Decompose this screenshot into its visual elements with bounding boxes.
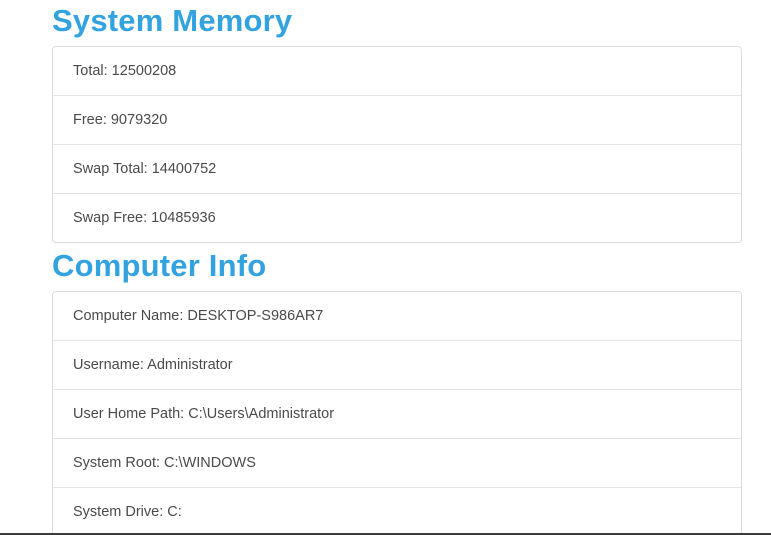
user-home-path-item: User Home Path: C:\Users\Administrator <box>53 390 741 439</box>
memory-free-item: Free: 9079320 <box>53 96 741 145</box>
swap-free-item: Swap Free: 10485936 <box>73 210 216 226</box>
swap-total-item: Swap Total: 14400752 <box>53 145 741 194</box>
system-memory-heading: System Memory <box>52 3 293 38</box>
page: System Memory Total: 12500208 Free: 9079… <box>0 0 771 535</box>
computer-info-heading: Computer Info <box>52 248 267 283</box>
computer-name-item: Computer Name: DESKTOP-S986AR7 <box>53 292 741 341</box>
system-root-item: System Root: C:\WINDOWS <box>53 439 741 488</box>
main-content: System Memory Total: 12500208 Free: 9079… <box>52 0 742 535</box>
username-item: Username: Administrator <box>53 341 741 390</box>
system-memory-list: Total: 12500208 Free: 9079320 Swap Total… <box>52 46 742 243</box>
system-drive-item: System Drive: C: <box>73 504 182 520</box>
memory-total-item: Total: 12500208 <box>53 47 741 96</box>
computer-info-list: Computer Name: DESKTOP-S986AR7 Username:… <box>52 291 742 535</box>
